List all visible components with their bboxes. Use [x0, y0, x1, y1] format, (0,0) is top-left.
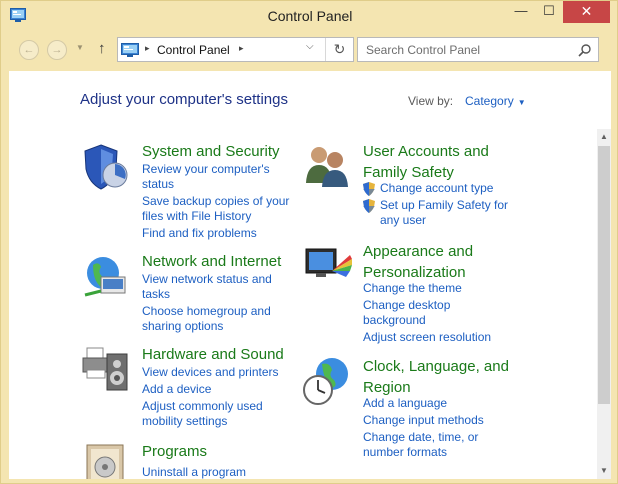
category-title[interactable]: User Accounts and Family Safety	[363, 141, 523, 183]
link-network-status[interactable]: View network status and tasks	[142, 272, 282, 302]
page-title: Adjust your computer's settings	[80, 91, 288, 108]
link-input-methods[interactable]: Change input methods	[363, 413, 513, 428]
category-links: Change account type Set up Family Safety…	[363, 181, 523, 230]
category-links: Uninstall a program	[142, 465, 282, 479]
link-find-fix-problems[interactable]: Find and fix problems	[142, 226, 292, 241]
category-links: Review your computer's status Save backu…	[142, 162, 292, 243]
uac-shield-icon	[363, 182, 375, 196]
category-user-accounts: User Accounts and Family Safety Change a…	[302, 141, 552, 251]
category-links: Change the theme Change desktop backgrou…	[363, 281, 513, 347]
clock-globe-icon	[303, 358, 348, 405]
scroll-up-button[interactable]: ▲	[597, 129, 611, 145]
address-bar[interactable]: ▸ Control Panel ▸ ⌵ ↻	[117, 37, 354, 62]
printer-speaker-icon	[82, 347, 128, 391]
category-clock-region: Clock, Language, and Region Add a langua…	[302, 356, 552, 466]
category-title[interactable]: Appearance and Personalization	[363, 241, 513, 283]
category-hardware-sound: Hardware and Sound View devices and prin…	[81, 344, 311, 434]
link-date-time-formats[interactable]: Change date, time, or number formats	[363, 430, 488, 460]
view-by-dropdown[interactable]: Category ▼	[465, 94, 526, 108]
navigation-bar: ← → ▼ ↑ ▸ Control Panel ▸ ⌵ ↻ Search Con…	[9, 33, 611, 67]
link-family-safety[interactable]: Set up Family Safety for any user	[363, 198, 523, 228]
category-title[interactable]: Clock, Language, and Region	[363, 356, 523, 398]
category-title[interactable]: Network and Internet	[142, 251, 281, 272]
breadcrumb-separator[interactable]: ▸	[145, 43, 150, 54]
back-button[interactable]: ←	[19, 40, 39, 60]
programs-icon	[86, 444, 124, 479]
chevron-down-icon: ▼	[517, 98, 526, 107]
up-button[interactable]: ↑	[98, 40, 106, 57]
category-appearance: Appearance and Personalization Change th…	[302, 241, 552, 351]
link-add-device[interactable]: Add a device	[142, 382, 282, 397]
security-shield-icon	[84, 144, 128, 190]
category-links: View devices and printers Add a device A…	[142, 365, 282, 431]
forward-button[interactable]: →	[47, 40, 67, 60]
link-label[interactable]: Change account type	[380, 181, 493, 195]
link-desktop-background[interactable]: Change desktop background	[363, 298, 463, 328]
recent-locations-button[interactable]: ▼	[76, 43, 84, 52]
view-by-value: Category	[465, 94, 514, 108]
category-system-security: System and Security Review your computer…	[81, 141, 291, 251]
close-button[interactable]: ✕	[563, 1, 610, 23]
uac-shield-icon	[363, 199, 375, 213]
link-label[interactable]: Set up Family Safety for any user	[380, 198, 508, 227]
link-review-status[interactable]: Review your computer's status	[142, 162, 292, 192]
appearance-monitor-icon	[305, 248, 352, 277]
category-title[interactable]: System and Security	[142, 141, 280, 162]
link-devices-printers[interactable]: View devices and printers	[142, 365, 282, 380]
control-panel-window: Control Panel — ☐ ✕ ← → ▼ ↑ ▸ Control Pa…	[0, 0, 618, 484]
address-dropdown-button[interactable]: ⌵	[306, 41, 314, 52]
maximize-button[interactable]: ☐	[535, 1, 563, 23]
link-homegroup[interactable]: Choose homegroup and sharing options	[142, 304, 282, 334]
breadcrumb-separator[interactable]: ▸	[239, 43, 244, 54]
user-accounts-icon	[306, 147, 348, 187]
refresh-button[interactable]: ↻	[325, 38, 353, 61]
link-change-account-type[interactable]: Change account type	[363, 181, 523, 196]
scroll-down-button[interactable]: ▼	[597, 463, 611, 479]
control-panel-icon	[121, 43, 139, 57]
breadcrumb-control-panel[interactable]: Control Panel	[157, 43, 230, 57]
link-screen-resolution[interactable]: Adjust screen resolution	[363, 330, 513, 345]
link-uninstall-program[interactable]: Uninstall a program	[142, 465, 282, 479]
title-bar[interactable]: Control Panel — ☐ ✕	[1, 1, 618, 33]
category-links: View network status and tasks Choose hom…	[142, 272, 282, 336]
view-by-label: View by:	[408, 94, 454, 108]
scrollbar-thumb[interactable]	[598, 146, 610, 404]
vertical-scrollbar[interactable]: ▲ ▼	[597, 129, 611, 479]
search-placeholder: Search Control Panel	[366, 43, 481, 57]
link-file-history[interactable]: Save backup copies of your files with Fi…	[142, 194, 292, 224]
category-title[interactable]: Programs	[142, 441, 207, 462]
link-add-language[interactable]: Add a language	[363, 396, 513, 411]
link-change-theme[interactable]: Change the theme	[363, 281, 513, 296]
search-icon[interactable]	[578, 43, 592, 57]
link-mobility-settings[interactable]: Adjust commonly used mobility settings	[142, 399, 282, 429]
category-network-internet: Network and Internet View network status…	[81, 251, 301, 341]
content-pane: Adjust your computer's settings View by:…	[9, 71, 611, 479]
search-input[interactable]: Search Control Panel	[357, 37, 599, 62]
category-links: Add a language Change input methods Chan…	[363, 396, 513, 462]
category-title[interactable]: Hardware and Sound	[142, 344, 284, 365]
minimize-button[interactable]: —	[507, 1, 535, 23]
network-globe-icon	[84, 257, 126, 297]
category-programs: Programs Uninstall a program	[81, 441, 301, 479]
